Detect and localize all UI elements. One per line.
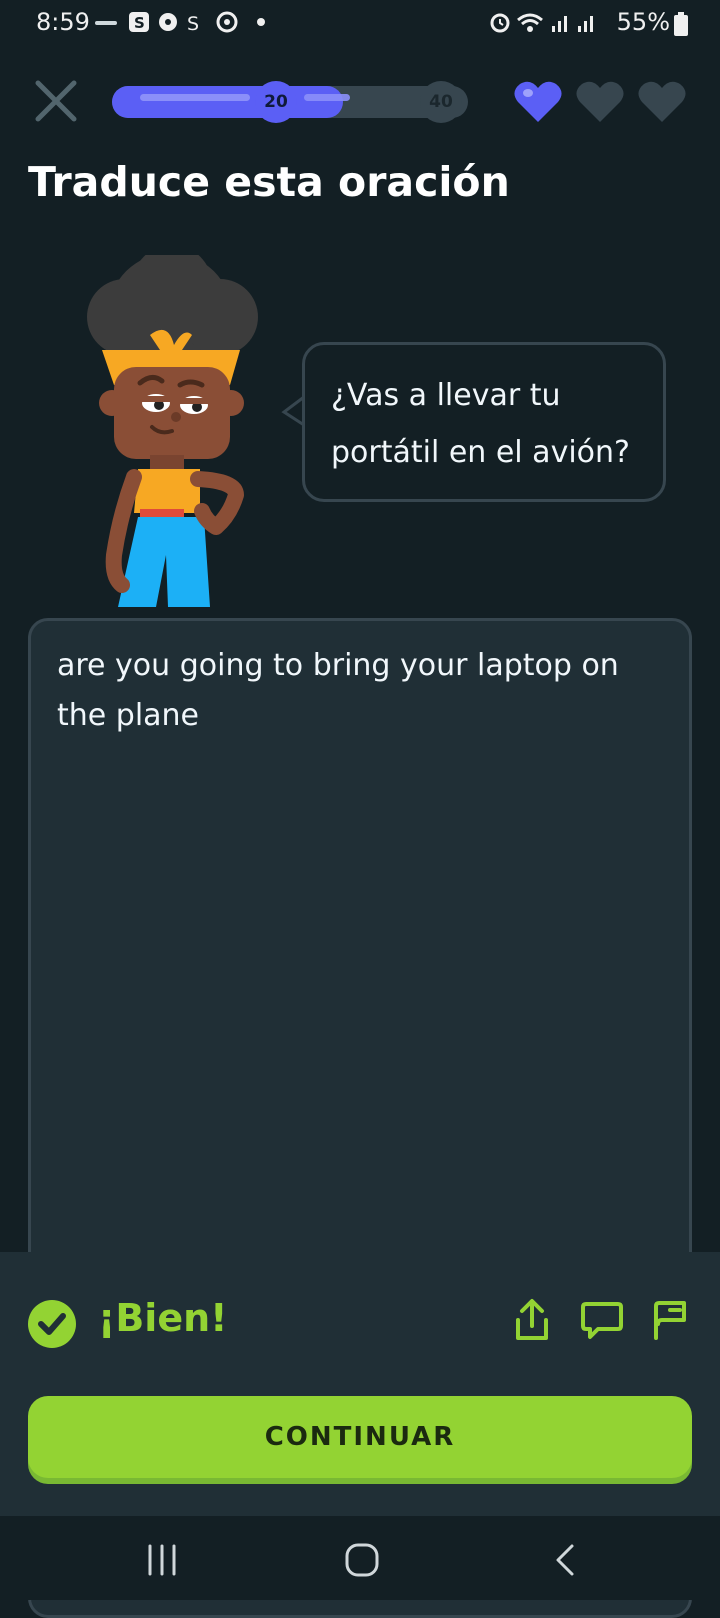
s-app-icon: S [129, 12, 149, 32]
signal-icon [578, 16, 593, 32]
heart-filled-icon [514, 81, 562, 122]
share-icon [516, 1299, 548, 1340]
continue-button[interactable]: CONTINUAR [28, 1396, 692, 1478]
hearts-lives [510, 80, 690, 124]
report-flag-icon [654, 1301, 686, 1340]
page-title: Traduce esta oración [28, 158, 510, 206]
report-button[interactable] [650, 1298, 690, 1342]
signal-icon [552, 16, 567, 32]
progress-highlight [304, 94, 350, 101]
notification-icons: S S [95, 11, 265, 35]
s-loop-icon: S [187, 13, 199, 35]
gear-app-icon [159, 13, 177, 31]
lesson-progress-bar: 20 40 [112, 81, 468, 123]
back-icon [556, 1544, 574, 1576]
dot-icon [257, 18, 265, 26]
progress-milestone-goal: 40 [420, 81, 462, 123]
progress-fill [112, 86, 344, 118]
close-button[interactable] [30, 75, 82, 127]
system-status-icons [490, 13, 593, 33]
heart-empty-icon [638, 81, 686, 122]
comment-icon [581, 1302, 623, 1339]
prompt-speech-bubble: ¿Vas a llevar tu portátil en el avión? [302, 342, 666, 502]
heart-empty-icon [576, 81, 624, 122]
status-bar: 8:59 S S 55% [0, 0, 720, 48]
back-button[interactable] [546, 1540, 586, 1580]
recent-apps-icon [148, 1544, 176, 1576]
close-icon [35, 80, 77, 122]
target-app-icon [216, 11, 238, 33]
progress-milestone-current: 20 [255, 81, 297, 123]
home-icon [345, 1543, 379, 1577]
battery-icon [674, 12, 688, 36]
prompt-sentence[interactable]: ¿Vas a llevar tu portátil en el avión? [331, 367, 651, 481]
progress-highlight [140, 94, 250, 101]
home-button[interactable] [342, 1540, 382, 1580]
feedback-message: ¡Bien! [98, 1296, 228, 1340]
svg-text:S: S [134, 14, 145, 32]
system-navigation-bar [0, 1516, 720, 1600]
recent-apps-button[interactable] [142, 1540, 182, 1580]
status-time: 8:59 [36, 8, 90, 36]
coursera-icon [95, 21, 117, 25]
character-illustration [87, 255, 258, 607]
svg-text:S: S [187, 13, 199, 35]
share-button[interactable] [512, 1298, 552, 1342]
check-circle-icon [28, 1300, 76, 1348]
wifi-icon [517, 13, 543, 32]
alarm-icon [490, 13, 510, 33]
battery-percentage: 55% [616, 8, 670, 36]
answer-text[interactable]: are you going to bring your laptop on th… [57, 641, 667, 741]
comment-button[interactable] [580, 1298, 624, 1342]
feedback-panel: ¡Bien! CONTINUAR [0, 1252, 720, 1516]
